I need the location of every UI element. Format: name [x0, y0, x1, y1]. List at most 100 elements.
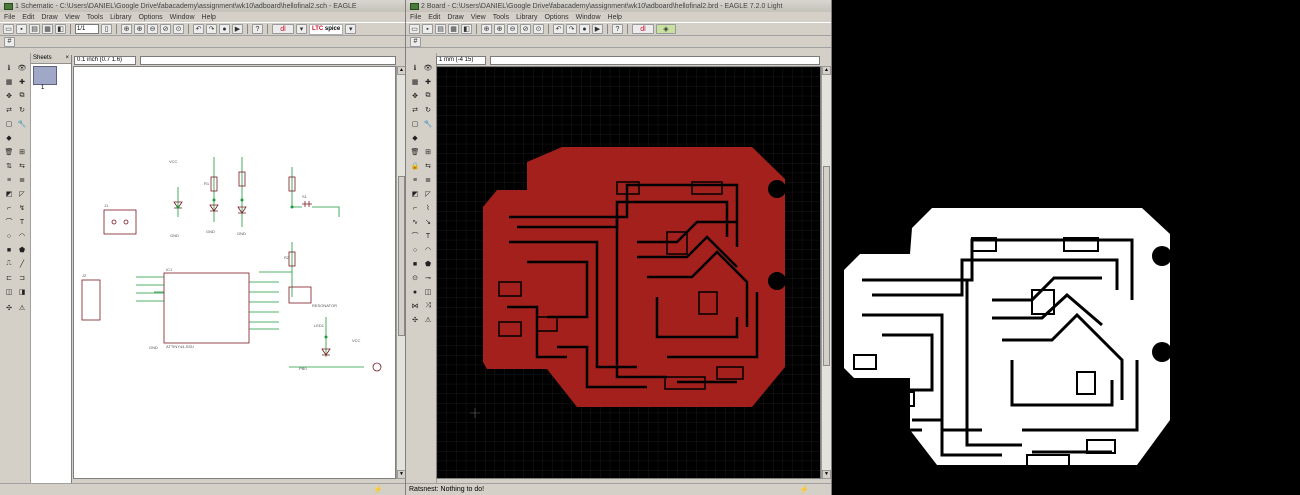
menu-tools[interactable]: Tools — [87, 14, 103, 21]
scroll-thumb[interactable] — [398, 176, 405, 336]
arc-icon[interactable]: ◠ — [17, 231, 27, 241]
zoom-fit-icon[interactable]: ⊕ — [481, 24, 492, 34]
go-status-icon[interactable]: ⚡ — [373, 485, 383, 494]
designlink-icon[interactable]: dl — [272, 24, 294, 34]
menu-edit[interactable]: Edit — [428, 14, 440, 21]
cam-icon[interactable]: ▦ — [448, 24, 459, 34]
dropdown-icon[interactable]: ▾ — [345, 24, 357, 34]
menu-window[interactable]: Window — [576, 14, 601, 21]
zoom-redraw-icon[interactable]: ⊘ — [160, 24, 171, 34]
polygon-icon[interactable]: ⬟ — [17, 245, 27, 255]
group-icon[interactable]: ▢ — [410, 119, 420, 129]
paste-icon[interactable]: ◆ — [4, 133, 14, 143]
sheet-select[interactable]: 1/1 — [75, 24, 99, 34]
open-icon[interactable]: ▭ — [409, 24, 420, 34]
zoom-out-icon[interactable]: ⊖ — [507, 24, 518, 34]
help-icon[interactable]: ? — [252, 24, 263, 34]
smash-icon[interactable]: ◩ — [410, 189, 420, 199]
arc-icon[interactable]: ◠ — [423, 245, 433, 255]
via-icon[interactable]: ⊙ — [410, 273, 420, 283]
attribute-icon[interactable]: ◫ — [4, 287, 14, 297]
display-icon[interactable]: ▦ — [410, 77, 420, 87]
replace-icon[interactable]: ⇆ — [17, 161, 27, 171]
change-icon[interactable]: 🔧 — [423, 119, 433, 129]
stop-icon[interactable]: ● — [579, 24, 590, 34]
split-icon[interactable]: ⌐ — [4, 203, 14, 213]
rotate-icon[interactable]: ↻ — [17, 105, 27, 115]
menu-view[interactable]: View — [65, 14, 80, 21]
sheet-page-icon[interactable]: ▯ — [101, 24, 112, 34]
info-icon[interactable]: ℹ — [410, 63, 420, 73]
rect-icon[interactable]: ■ — [4, 245, 14, 255]
menu-file[interactable]: File — [4, 14, 15, 21]
redo-icon[interactable]: ↷ — [206, 24, 217, 34]
scroll-up-icon[interactable]: ▲ — [822, 66, 831, 75]
schematic-command-line[interactable] — [140, 56, 396, 65]
scroll-up-icon[interactable]: ▲ — [397, 66, 405, 75]
errors-icon[interactable]: ⚠ — [423, 315, 433, 325]
change-icon[interactable]: 🔧 — [17, 119, 27, 129]
auto-icon[interactable]: ⤨ — [423, 301, 433, 311]
add-icon[interactable]: ⊞ — [423, 147, 433, 157]
move-icon[interactable]: ✥ — [4, 91, 14, 101]
mirror-icon[interactable]: ⇄ — [410, 105, 420, 115]
menu-view[interactable]: View — [471, 14, 486, 21]
circle-icon[interactable]: ○ — [4, 231, 14, 241]
menu-help[interactable]: Help — [202, 14, 216, 21]
menu-help[interactable]: Help — [608, 14, 622, 21]
display-icon[interactable]: ▦ — [4, 77, 14, 87]
zoom-select-icon[interactable]: ⊙ — [533, 24, 544, 34]
menu-draw[interactable]: Draw — [41, 14, 57, 21]
menu-draw[interactable]: Draw — [447, 14, 463, 21]
redo-icon[interactable]: ↷ — [566, 24, 577, 34]
name-icon[interactable]: ≡ — [4, 175, 14, 185]
grid-icon[interactable]: # — [4, 36, 15, 47]
save-icon[interactable]: ▪ — [16, 24, 27, 34]
miter-icon[interactable]: ◸ — [423, 189, 433, 199]
zoom-in-icon[interactable]: ⊕ — [494, 24, 505, 34]
menu-tools[interactable]: Tools — [493, 14, 509, 21]
name-icon[interactable]: ≡ — [410, 175, 420, 185]
print-icon[interactable]: ▤ — [435, 24, 446, 34]
zoom-redraw-icon[interactable]: ⊘ — [520, 24, 531, 34]
board-vertical-scrollbar[interactable]: ▲ ▼ — [821, 66, 831, 479]
scroll-down-icon[interactable]: ▼ — [822, 470, 831, 479]
board-command-line[interactable] — [490, 56, 820, 65]
show-icon[interactable]: 👁 — [17, 63, 27, 73]
print-icon[interactable]: ▤ — [29, 24, 40, 34]
label-icon[interactable]: ⊐ — [17, 273, 27, 283]
wire-icon[interactable]: ⌒ — [410, 231, 420, 241]
rect-icon[interactable]: ■ — [410, 259, 420, 269]
menu-library[interactable]: Library — [516, 14, 537, 21]
pinswap-icon[interactable]: ⇅ — [4, 161, 14, 171]
go-icon[interactable]: ▶ — [592, 24, 603, 34]
mark-icon[interactable]: ✚ — [17, 77, 27, 87]
schematic-switch-icon[interactable]: ◧ — [461, 24, 472, 34]
menu-library[interactable]: Library — [110, 14, 131, 21]
lock-icon[interactable]: 🔒 — [410, 161, 420, 171]
dimension-icon[interactable]: ◨ — [17, 287, 27, 297]
menu-edit[interactable]: Edit — [22, 14, 34, 21]
erc-icon[interactable]: ✣ — [4, 303, 14, 313]
text-icon[interactable]: T — [423, 231, 433, 241]
zoom-in-icon[interactable]: ⊕ — [134, 24, 145, 34]
bus-icon[interactable]: ⎍ — [4, 259, 14, 269]
split-icon[interactable]: ⌐ — [410, 203, 420, 213]
go-icon[interactable]: ▶ — [232, 24, 243, 34]
attribute-icon[interactable]: ◫ — [423, 287, 433, 297]
dropdown-icon[interactable]: ▾ — [296, 24, 307, 34]
move-icon[interactable]: ✥ — [410, 91, 420, 101]
wire-icon[interactable]: ⌒ — [4, 217, 14, 227]
schematic-titlebar[interactable]: 1 Schematic - C:\Users\DANIEL\Google Dri… — [0, 0, 405, 12]
go-status-icon[interactable]: ⚡ — [799, 485, 809, 494]
menu-options[interactable]: Options — [544, 14, 568, 21]
menu-window[interactable]: Window — [170, 14, 195, 21]
close-icon[interactable]: × — [65, 55, 69, 63]
miter-icon[interactable]: ◸ — [17, 189, 27, 199]
stop-icon[interactable]: ● — [219, 24, 230, 34]
designlink-icon[interactable]: dl — [632, 24, 654, 34]
value-icon[interactable]: ≣ — [423, 175, 433, 185]
hole-icon[interactable]: ● — [410, 287, 420, 297]
drc-icon[interactable]: ✣ — [410, 315, 420, 325]
open-icon[interactable]: ▭ — [3, 24, 14, 34]
